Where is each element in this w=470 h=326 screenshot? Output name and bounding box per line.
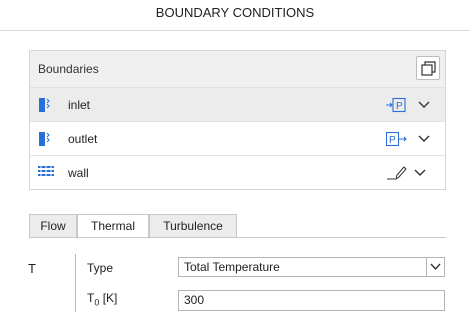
- boundary-label: inlet: [68, 98, 91, 112]
- pressure-inlet-icon[interactable]: P: [386, 97, 406, 113]
- t0-input[interactable]: 300: [178, 290, 445, 311]
- boundary-label: wall: [68, 166, 89, 180]
- group-bracket: [75, 254, 76, 312]
- t0-label: T0 [K]: [87, 291, 117, 307]
- type-label: Type: [87, 261, 114, 275]
- boundary-row-inlet[interactable]: inlet P: [30, 88, 445, 122]
- copy-icon: [421, 61, 436, 76]
- boundary-row-wall[interactable]: wall: [30, 156, 445, 190]
- chevron-down-icon[interactable]: [414, 168, 426, 178]
- boundaries-title: Boundaries: [38, 62, 99, 76]
- type-select-value: Total Temperature: [184, 260, 280, 274]
- chevron-down-icon: [430, 263, 441, 271]
- boundaries-panel: Boundaries inlet P outlet P wall: [29, 50, 446, 190]
- t0-label-unit: [K]: [99, 291, 118, 305]
- tabs-divider: [29, 237, 446, 238]
- edit-icon[interactable]: [386, 165, 408, 181]
- boundary-row-outlet[interactable]: outlet P: [30, 122, 445, 156]
- chevron-down-icon[interactable]: [418, 100, 430, 110]
- outlet-boundary-icon: [39, 132, 50, 146]
- tab-thermal[interactable]: Thermal: [77, 214, 149, 239]
- inlet-boundary-icon: [39, 98, 50, 112]
- copy-button[interactable]: [416, 56, 440, 80]
- wall-boundary-icon: [38, 166, 54, 176]
- temperature-symbol: T: [28, 261, 36, 276]
- boundary-label: outlet: [68, 132, 98, 146]
- type-select-dropdown[interactable]: [426, 258, 444, 276]
- chevron-down-icon[interactable]: [418, 134, 430, 144]
- header-divider: [0, 30, 470, 31]
- boundaries-panel-header: Boundaries: [30, 51, 445, 88]
- tab-turbulence[interactable]: Turbulence: [149, 214, 237, 238]
- tab-flow[interactable]: Flow: [29, 214, 77, 238]
- type-select[interactable]: Total Temperature: [178, 257, 445, 277]
- svg-text:P: P: [396, 101, 403, 112]
- svg-text:P: P: [389, 135, 396, 146]
- pressure-outlet-icon[interactable]: P: [386, 131, 408, 147]
- panel-header-title: BOUNDARY CONDITIONS: [155, 5, 315, 20]
